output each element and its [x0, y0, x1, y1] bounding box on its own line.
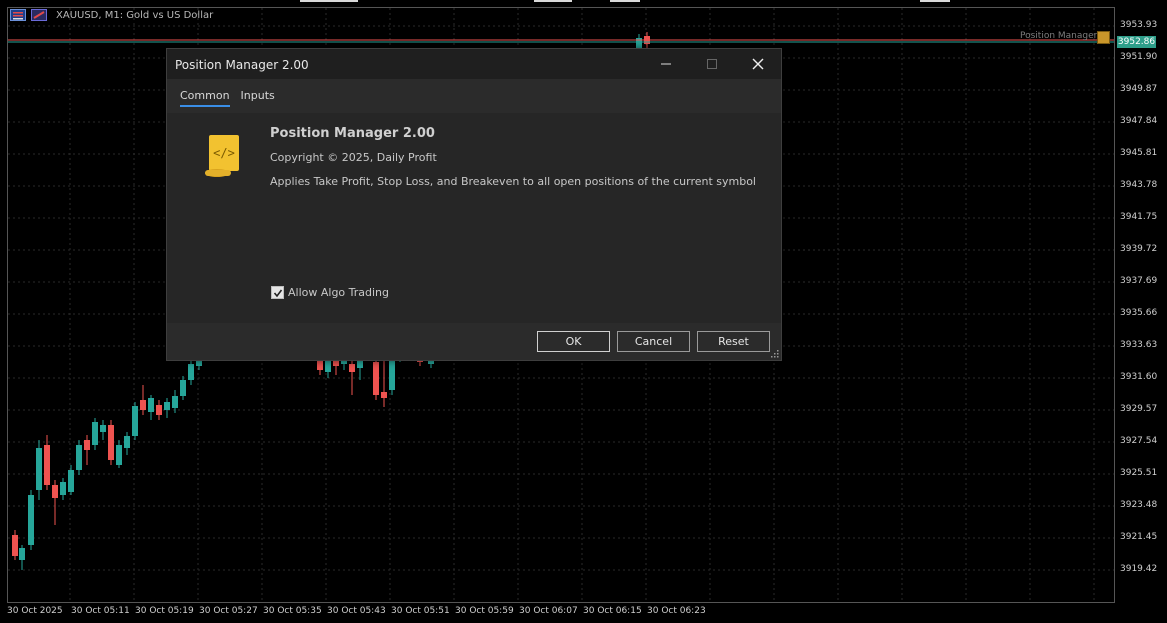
candle-body	[92, 422, 98, 445]
candle-body	[325, 360, 331, 372]
common-panel: </> Position Manager 2.00 Copyright © 20…	[167, 113, 781, 323]
allow-algo-trading-checkbox[interactable]	[271, 286, 284, 299]
dialog-titlebar[interactable]: Position Manager 2.00	[167, 49, 781, 79]
top-marker	[534, 0, 572, 2]
time-axis-label: 30 Oct 05:19	[135, 606, 194, 616]
candle-body	[140, 400, 146, 410]
position-manager-dialog: Position Manager 2.00 Common Inputs </> …	[166, 48, 782, 361]
candle-body	[180, 380, 186, 396]
candle-body	[19, 548, 25, 560]
depth-of-market-icon[interactable]	[31, 9, 47, 21]
candle-body	[108, 425, 114, 460]
resize-grip-icon[interactable]	[771, 350, 779, 358]
price-axis-label: 3943.78	[1120, 180, 1158, 190]
price-axis-label: 3949.87	[1120, 84, 1158, 94]
app-name: Position Manager 2.00	[270, 126, 435, 141]
candle-body	[44, 445, 50, 485]
time-axis-label: 30 Oct 06:23	[647, 606, 706, 616]
minimize-button[interactable]	[643, 49, 689, 79]
price-axis-label: 3941.75	[1120, 212, 1158, 222]
candle-body	[188, 364, 194, 380]
candle-body	[68, 470, 74, 492]
time-axis-label: 30 Oct 06:15	[583, 606, 642, 616]
close-icon	[752, 58, 764, 70]
script-scroll-icon: </>	[205, 135, 239, 177]
svg-text:</>: </>	[213, 146, 235, 160]
allow-algo-trading-label: Allow Algo Trading	[288, 286, 390, 299]
maximize-button[interactable]	[689, 49, 735, 79]
candle-body	[124, 436, 130, 448]
candle-body	[349, 364, 355, 372]
reset-button[interactable]: Reset	[697, 331, 770, 352]
minimize-icon	[661, 63, 671, 65]
maximize-icon	[707, 59, 717, 69]
candle-body	[381, 392, 387, 398]
price-axis-label: 3929.57	[1120, 404, 1158, 414]
price-axis-label: 3931.60	[1120, 372, 1158, 382]
time-axis-label: 30 Oct 05:27	[199, 606, 258, 616]
tab-inputs[interactable]: Inputs	[241, 89, 275, 107]
tab-common[interactable]: Common	[180, 89, 230, 107]
price-axis-label: 3947.84	[1120, 116, 1158, 126]
candle-body	[373, 362, 379, 395]
price-axis-label: 3923.48	[1120, 500, 1158, 510]
chart-symbol-bar: XAUUSD, M1: Gold vs US Dollar	[10, 7, 213, 23]
ea-label: Position Manager	[1020, 31, 1098, 41]
candle-body	[100, 425, 106, 432]
close-button[interactable]	[735, 49, 781, 79]
price-axis-label: 3935.66	[1120, 308, 1158, 318]
candle-body	[164, 402, 170, 410]
time-axis-label: 30 Oct 05:43	[327, 606, 386, 616]
candle-body	[156, 405, 162, 415]
price-axis-label: 3945.81	[1120, 148, 1158, 158]
ok-button[interactable]: OK	[537, 331, 610, 352]
candle-body	[52, 485, 58, 498]
price-axis-label: 3953.93	[1120, 20, 1158, 30]
price-axis-label: 3921.45	[1120, 532, 1158, 542]
candle-body	[389, 358, 395, 390]
candle-body	[116, 445, 122, 465]
price-axis-label: 3933.63	[1120, 340, 1158, 350]
expert-hat-icon[interactable]	[1097, 31, 1110, 44]
candle-body	[132, 406, 138, 436]
candle-body	[84, 440, 90, 450]
symbol-title: XAUUSD, M1: Gold vs US Dollar	[56, 9, 214, 21]
time-axis-label: 30 Oct 05:51	[391, 606, 450, 616]
time-axis-label: 30 Oct 2025	[7, 606, 63, 616]
candle-body	[36, 448, 42, 490]
time-axis-label: 30 Oct 05:59	[455, 606, 514, 616]
candle-body	[28, 495, 34, 545]
candle-body	[76, 445, 82, 470]
current-price-tag: 3952.86	[1117, 36, 1156, 48]
price-axis-label: 3919.42	[1120, 564, 1158, 574]
candle-body	[172, 396, 178, 408]
top-marker	[610, 0, 640, 2]
candle-body	[60, 482, 66, 495]
time-axis-label: 30 Oct 05:35	[263, 606, 322, 616]
dialog-tabs: Common Inputs	[180, 89, 275, 107]
time-axis-label: 30 Oct 05:11	[71, 606, 130, 616]
app-description: Applies Take Profit, Stop Loss, and Brea…	[270, 175, 756, 188]
top-marker	[300, 0, 358, 2]
checkmark-icon	[273, 289, 282, 297]
price-axis-label: 3939.72	[1120, 244, 1158, 254]
price-axis-label: 3951.90	[1120, 52, 1158, 62]
price-axis-label: 3937.69	[1120, 276, 1158, 286]
cancel-button[interactable]: Cancel	[617, 331, 690, 352]
dialog-title: Position Manager 2.00	[175, 58, 309, 72]
candle-body	[148, 398, 154, 412]
price-axis-label: 3927.54	[1120, 436, 1158, 446]
one-click-trading-icon[interactable]	[10, 9, 26, 21]
time-axis-label: 30 Oct 06:07	[519, 606, 578, 616]
price-axis-label: 3925.51	[1120, 468, 1158, 478]
allow-algo-trading-row[interactable]: Allow Algo Trading	[271, 286, 389, 299]
top-marker	[920, 0, 950, 2]
candle-body	[12, 535, 18, 556]
app-copyright: Copyright © 2025, Daily Profit	[270, 151, 437, 164]
